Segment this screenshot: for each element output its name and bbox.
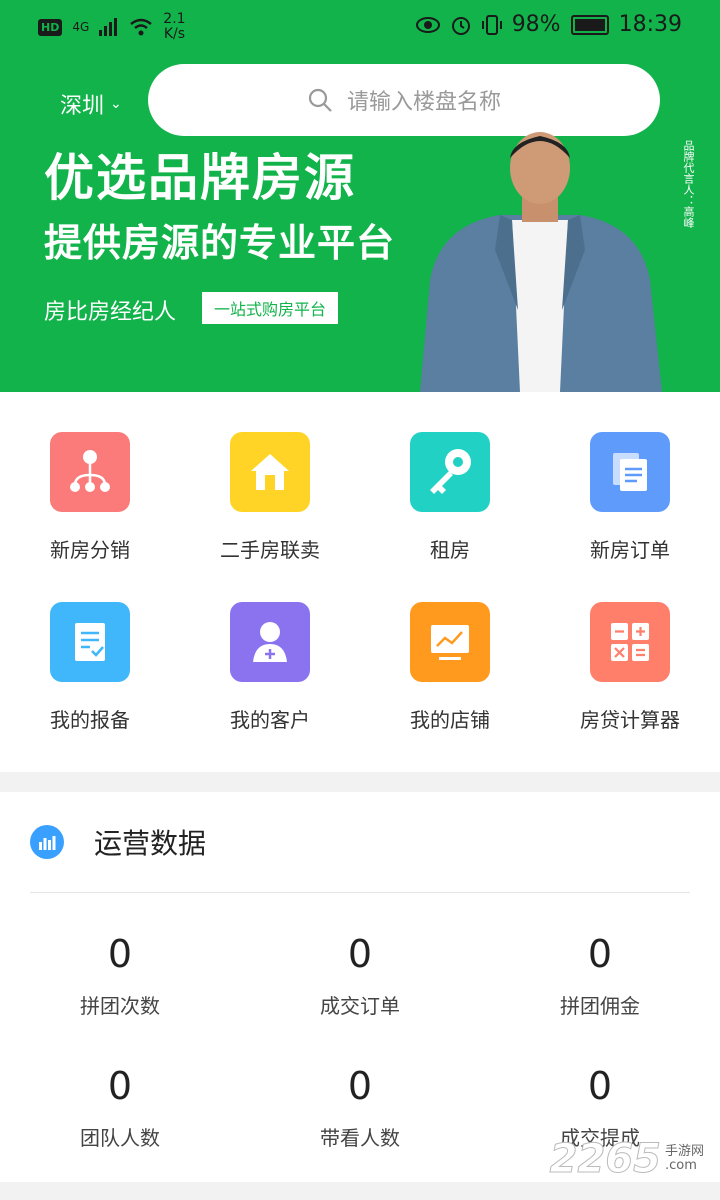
chevron-down-icon: ⌄ (110, 96, 122, 112)
spokesperson-image (420, 132, 662, 392)
banner-headline: 优选品牌房源 (44, 149, 356, 207)
vibrate-icon (481, 14, 502, 35)
stat-label: 带看人数 (320, 1126, 400, 1150)
menu-label: 租房 (430, 538, 470, 562)
stat-value: 0 (587, 932, 613, 976)
banner-agent: 房比房经纪人 (44, 300, 177, 325)
stat-team-size[interactable]: 0 团队人数 (0, 1064, 240, 1151)
menu-label: 我的报备 (50, 708, 130, 732)
stat-viewing-count[interactable]: 0 带看人数 (240, 1064, 480, 1151)
menu-label: 我的店铺 (410, 708, 490, 732)
stat-label: 成交订单 (320, 994, 400, 1018)
clock: 18:39 (618, 12, 682, 37)
search-placeholder: 请输入楼盘名称 (346, 90, 501, 115)
menu-item-mortgage-calculator[interactable]: 房贷计算器 (540, 602, 720, 733)
stat-group-buy-commission[interactable]: 0 拼团佣金 (480, 932, 720, 1019)
stat-label: 拼团次数 (80, 994, 160, 1018)
menu-item-my-customers[interactable]: 我的客户 (180, 602, 360, 733)
battery-percent: 98% (511, 12, 561, 37)
stat-value: 0 (347, 932, 373, 976)
operations-header: 运营数据 (30, 822, 206, 862)
city-selector[interactable]: 深圳 ⌄ (60, 88, 122, 120)
search-icon (308, 88, 332, 112)
menu-item-my-reports[interactable]: 我的报备 (0, 602, 180, 733)
watermark-logo: 2265 手游网 .com (549, 1136, 704, 1183)
stat-label: 拼团佣金 (560, 994, 640, 1018)
feature-menu: 新房分销 二手房联卖 租房 新房订单 我的报备 我的客户 我的店铺 房贷计算器 (0, 392, 720, 772)
house-icon (230, 432, 310, 512)
menu-label: 二手房联卖 (220, 538, 320, 562)
divider (30, 892, 690, 893)
menu-label: 新房分销 (50, 538, 130, 562)
city-label: 深圳 (60, 94, 105, 119)
cell-signal-icon (99, 18, 118, 36)
menu-label: 新房订单 (590, 538, 670, 562)
stat-value: 0 (587, 1064, 613, 1108)
watermark-number: 2265 (549, 1136, 661, 1183)
banner-subheadline: 提供房源的专业平台 (44, 221, 396, 265)
customer-icon (230, 602, 310, 682)
menu-label: 我的客户 (230, 708, 310, 732)
stat-deal-orders[interactable]: 0 成交订单 (240, 932, 480, 1019)
endorsement-text: 品牌代言人：高峰 (682, 140, 695, 228)
watermark-text: 手游网 .com (664, 1144, 704, 1173)
calculator-icon (590, 602, 670, 682)
operations-title: 运营数据 (94, 827, 207, 860)
menu-item-second-hand-house[interactable]: 二手房联卖 (180, 432, 360, 563)
battery-icon (570, 14, 609, 35)
signal-icon: 4G (72, 20, 90, 34)
menu-item-new-house-distribution[interactable]: 新房分销 (0, 432, 180, 563)
menu-item-rent[interactable]: 租房 (360, 432, 540, 563)
org-tree-icon (50, 432, 130, 512)
checklist-icon (50, 602, 130, 682)
alarm-icon (451, 16, 470, 35)
eye-icon (415, 16, 440, 33)
header-banner: HD 4G 2.1 K/s 98% 18:39 深圳 ⌄ 请输入楼盘名称 优选品… (0, 0, 720, 392)
stat-group-buy-count[interactable]: 0 拼团次数 (0, 932, 240, 1019)
stat-value: 0 (347, 1064, 373, 1108)
stat-label: 团队人数 (80, 1126, 160, 1150)
hd-badge: HD (38, 18, 63, 36)
banner-tagline: 一站式购房平台 (202, 292, 339, 324)
documents-icon (590, 432, 670, 512)
operations-panel: 运营数据 0 拼团次数 0 成交订单 0 拼团佣金 0 团队人数 0 带看人数 … (0, 792, 720, 1182)
key-icon (410, 432, 490, 512)
status-bar: HD 4G 2.1 K/s 98% 18:39 (0, 0, 720, 56)
menu-item-new-house-orders[interactable]: 新房订单 (540, 432, 720, 563)
stat-value: 0 (107, 932, 133, 976)
search-input[interactable]: 请输入楼盘名称 (148, 64, 660, 136)
menu-label: 房贷计算器 (580, 708, 680, 732)
chart-board-icon (410, 602, 490, 682)
wifi-icon (130, 18, 153, 36)
network-speed: 2.1 K/s (163, 11, 186, 42)
bar-chart-icon (30, 825, 64, 859)
stat-value: 0 (107, 1064, 133, 1108)
menu-item-my-store[interactable]: 我的店铺 (360, 602, 540, 733)
